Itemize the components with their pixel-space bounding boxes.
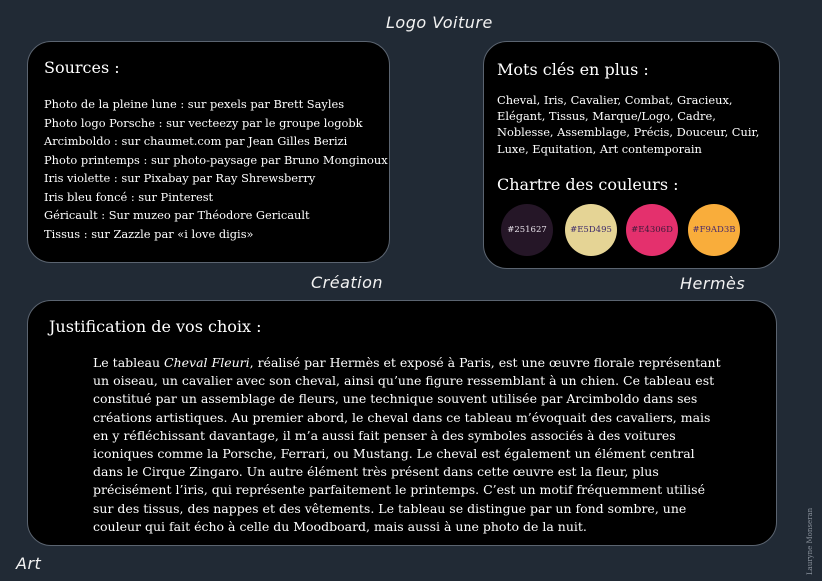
color-swatch: #E4306D (626, 203, 678, 256)
color-swatch-label: #251627 (507, 224, 547, 235)
source-item: Photo printemps : sur photo-paysage par … (44, 152, 388, 167)
justification-title: Justification de vos choix : (49, 317, 262, 336)
artwork-title: Cheval Fleuri (164, 355, 250, 370)
label-logo-voiture: Logo Voiture (386, 13, 493, 32)
source-item: Iris bleu foncé : sur Pinterest (44, 189, 214, 204)
source-item: Photo de la pleine lune : sur pexels par… (44, 97, 345, 111)
justification-text: Le tableau Cheval Fleuri, réalisé par He… (93, 354, 723, 536)
source-item: Arcimboldo : sur chaumet.com par Jean Gi… (44, 134, 348, 148)
sources-title: Sources : (44, 58, 120, 77)
sources-panel: Sources : Photo de la pleine lune : sur … (27, 41, 390, 263)
label-creation: Création (311, 273, 384, 292)
source-item: Photo logo Porsche : sur vecteezy par le… (44, 115, 363, 130)
label-art: Art (16, 554, 42, 573)
justification-text-start: Le tableau (93, 355, 165, 370)
color-chart-title: Chartre des couleurs : (497, 174, 679, 194)
keywords-text: Cheval, Iris, Cavalier, Combat, Gracieux… (497, 93, 760, 156)
author-signature: Lauryne Monseran (806, 507, 814, 575)
justification-panel: Justification de vos choix : Le tableau … (27, 300, 777, 546)
color-swatch-label: #E4306D (631, 224, 673, 235)
source-item: Tissus : sur Zazzle par «i love digis» (44, 226, 254, 241)
color-swatch: #251627 (501, 203, 553, 256)
keywords-panel: Mots clés en plus : Cheval, Iris, Cavali… (483, 41, 780, 269)
color-swatch: #F9AD3B (688, 203, 740, 256)
source-item: Iris violette : sur Pixabay par Ray Shre… (44, 171, 316, 185)
label-hermes: Hermès (680, 274, 746, 293)
color-swatch: #E5D495 (565, 203, 617, 256)
sources-list: Photo de la pleine lune : sur pexels par… (44, 95, 389, 243)
color-swatches: #251627 #E5D495 #E4306D #F9AD3B (497, 203, 767, 264)
color-swatch-label: #F9AD3B (692, 224, 736, 235)
keywords-title: Mots clés en plus : (497, 60, 649, 79)
source-item: Géricault : Sur muzeo par Théodore Geric… (44, 208, 310, 222)
justification-text-body: , réalisé par Hermès et exposé à Paris, … (93, 355, 721, 534)
color-swatch-label: #E5D495 (570, 224, 612, 235)
